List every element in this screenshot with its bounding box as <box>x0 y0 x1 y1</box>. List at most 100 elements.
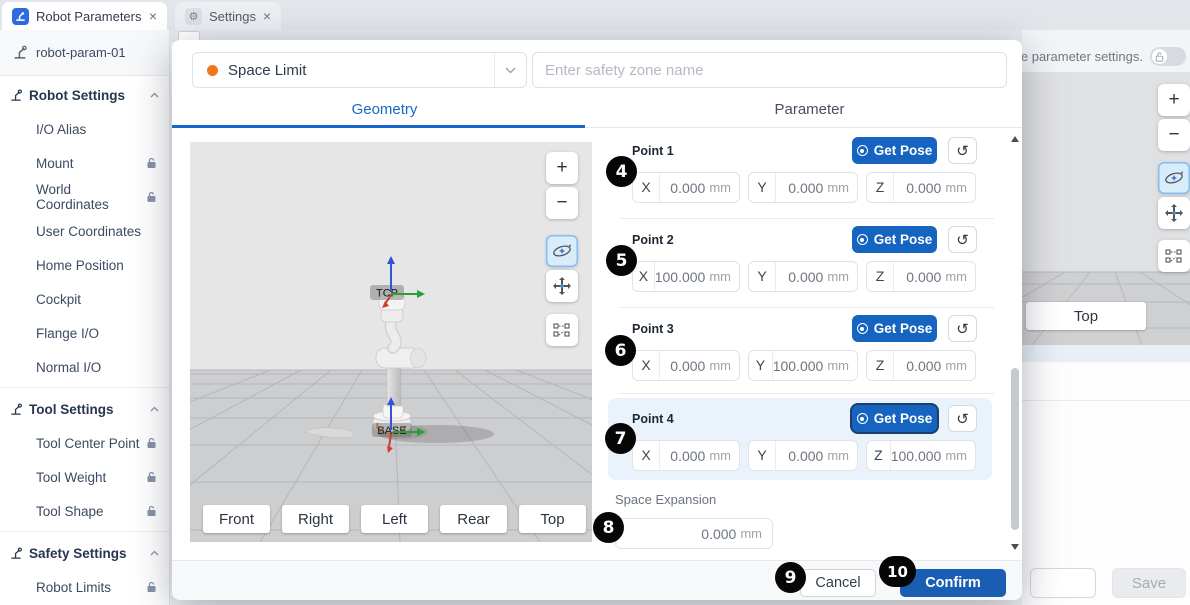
close-icon[interactable]: × <box>149 9 157 23</box>
zone-type-select[interactable]: Space Limit <box>192 52 527 88</box>
get-pose-button-point-4[interactable]: Get Pose <box>852 405 937 432</box>
section-header-robot-settings[interactable]: Robot Settings <box>0 78 169 112</box>
reset-icon: ↺ <box>956 231 969 249</box>
sidebar-item-home-position[interactable]: Home Position <box>0 248 169 282</box>
reset-icon: ↺ <box>956 142 969 160</box>
window-tab-bar: Robot Parameters × ⚙ Settings × <box>0 0 1190 30</box>
point-2-x-field[interactable]: X100.000mm <box>632 261 740 292</box>
divider <box>1022 400 1190 401</box>
zoom-in-button[interactable]: + <box>1158 84 1190 116</box>
select-chevron-box <box>494 53 526 87</box>
get-pose-button-point-1[interactable]: Get Pose <box>852 137 937 164</box>
tab-settings[interactable]: ⚙ Settings × <box>175 2 281 30</box>
point-1-y-field[interactable]: Y0.000mm <box>748 172 858 203</box>
sidebar-item-world-coordinates[interactable]: World Coordinates <box>0 180 169 214</box>
tab-robot-parameters[interactable]: Robot Parameters × <box>2 2 167 30</box>
sidebar-section-robot-settings: Robot Settings I/O Alias Mount World Coo… <box>0 76 169 384</box>
point-3-z-field[interactable]: Z0.000mm <box>866 350 976 381</box>
orbit-mode-button[interactable] <box>546 235 578 267</box>
modal-scrollbar[interactable] <box>1009 128 1022 560</box>
orbit-mode-button[interactable] <box>1158 162 1190 194</box>
sidebar-item-tool-shape[interactable]: Tool Shape <box>0 494 169 528</box>
chevron-up-icon <box>150 550 159 556</box>
divider <box>620 307 994 308</box>
view-top-button[interactable]: Top <box>519 505 586 533</box>
point-3-x-field[interactable]: X0.000mm <box>632 350 740 381</box>
record-pose-icon <box>857 323 868 334</box>
point-2-y-field[interactable]: Y0.000mm <box>748 261 858 292</box>
lock-icon <box>146 157 157 169</box>
tab-label: Robot Parameters <box>36 9 142 24</box>
measure-icon <box>553 321 571 339</box>
lock-icon <box>146 191 157 203</box>
pan-mode-button[interactable] <box>1158 197 1190 229</box>
annotation-step-8: 8 <box>593 512 624 543</box>
point-1-x-field[interactable]: X0.000mm <box>632 172 740 203</box>
modal-3d-viewport[interactable]: TCP BASE + − <box>190 142 592 542</box>
record-pose-icon <box>857 413 868 424</box>
sidebar-project-row[interactable]: robot-param-01 <box>0 30 169 76</box>
pan-icon <box>1164 203 1184 223</box>
reset-button-point-4[interactable]: ↺ <box>948 405 977 432</box>
sidebar-item-user-coordinates[interactable]: User Coordinates <box>0 214 169 248</box>
parameter-settings-hint-text: the parameter settings. <box>1010 49 1143 64</box>
get-pose-button-point-3[interactable]: Get Pose <box>852 315 937 342</box>
get-pose-button-point-2[interactable]: Get Pose <box>852 226 937 253</box>
tab-parameter[interactable]: Parameter <box>597 92 1022 127</box>
point-4-y-field[interactable]: Y0.000mm <box>748 440 858 471</box>
safety-zone-name-input[interactable] <box>532 52 1007 88</box>
point-1-z-field[interactable]: Z0.000mm <box>866 172 976 203</box>
reset-button-point-3[interactable]: ↺ <box>948 315 977 342</box>
robot-arm-icon <box>13 45 28 60</box>
point-label: Point 2 <box>632 233 674 247</box>
point-2-z-field[interactable]: Z0.000mm <box>866 261 976 292</box>
zoom-out-button[interactable]: − <box>1158 119 1190 151</box>
point-4-z-field[interactable]: Z100.000mm <box>866 440 976 471</box>
close-icon[interactable]: × <box>263 9 271 23</box>
reset-button-point-2[interactable]: ↺ <box>948 226 977 253</box>
point-label: Point 1 <box>632 144 674 158</box>
divider <box>620 393 994 394</box>
sidebar-item-io-alias[interactable]: I/O Alias <box>0 112 169 146</box>
sidebar-item-robot-limits[interactable]: Robot Limits <box>0 570 169 604</box>
sidebar-item-mount[interactable]: Mount <box>0 146 169 180</box>
save-button[interactable]: Save <box>1112 568 1186 598</box>
lock-toggle[interactable] <box>1150 47 1186 66</box>
point-4-x-field[interactable]: X0.000mm <box>632 440 740 471</box>
section-header-tool-settings[interactable]: Tool Settings <box>0 392 169 426</box>
zoom-out-button[interactable]: − <box>546 187 578 219</box>
sidebar-item-normal-io[interactable]: Normal I/O <box>0 350 169 384</box>
section-header-safety-settings[interactable]: Safety Settings <box>0 536 169 570</box>
background-view-top-button[interactable]: Top <box>1026 302 1146 330</box>
view-preset-buttons: Front Right Left Rear Top <box>203 505 586 533</box>
sidebar-item-cockpit[interactable]: Cockpit <box>0 282 169 316</box>
cancel-button[interactable]: Cancel <box>800 569 876 597</box>
measure-mode-button[interactable] <box>1158 240 1190 272</box>
sidebar-item-tool-center-point[interactable]: Tool Center Point <box>0 426 169 460</box>
tab-label: Settings <box>209 9 256 24</box>
sidebar: robot-param-01 Robot Settings I/O Alias … <box>0 30 170 605</box>
space-expansion-field[interactable]: 0.000 mm <box>615 518 773 549</box>
background-highlight-row <box>1022 345 1190 362</box>
view-left-button[interactable]: Left <box>361 505 428 533</box>
lock-icon <box>146 581 157 593</box>
scroll-up-arrow[interactable] <box>1011 136 1019 142</box>
view-right-button[interactable]: Right <box>282 505 349 533</box>
point-3-y-field[interactable]: Y100.000mm <box>748 350 858 381</box>
pan-mode-button[interactable] <box>546 270 578 302</box>
background-secondary-button[interactable] <box>1030 568 1096 598</box>
sidebar-item-tool-weight[interactable]: Tool Weight <box>0 460 169 494</box>
scrollbar-thumb[interactable] <box>1011 368 1019 530</box>
scroll-down-arrow[interactable] <box>1011 544 1019 550</box>
reset-button-point-1[interactable]: ↺ <box>948 137 977 164</box>
space-expansion-label: Space Expansion <box>615 492 716 507</box>
lock-icon <box>146 505 157 517</box>
zone-color-dot <box>207 65 218 76</box>
view-front-button[interactable]: Front <box>203 505 270 533</box>
measure-mode-button[interactable] <box>546 314 578 346</box>
view-rear-button[interactable]: Rear <box>440 505 507 533</box>
point-4-section: Point 4 Get Pose ↺ X0.000mm Y0.000mm Z10… <box>632 405 977 485</box>
zoom-in-button[interactable]: + <box>546 152 578 184</box>
sidebar-item-flange-io[interactable]: Flange I/O <box>0 316 169 350</box>
tab-geometry[interactable]: Geometry <box>172 92 597 127</box>
